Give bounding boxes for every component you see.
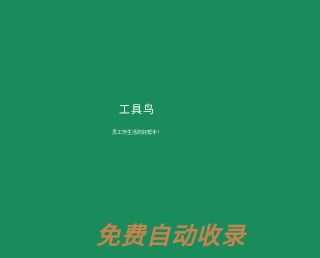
- splash-screen: 工具鸟 员工作生活的好帮手！ 免费自动收录: [0, 0, 274, 258]
- app-tagline: 员工作生活的好帮手！: [111, 130, 162, 136]
- app-title: 工具鸟: [119, 103, 155, 116]
- watermark-text: 免费自动收录: [96, 222, 246, 250]
